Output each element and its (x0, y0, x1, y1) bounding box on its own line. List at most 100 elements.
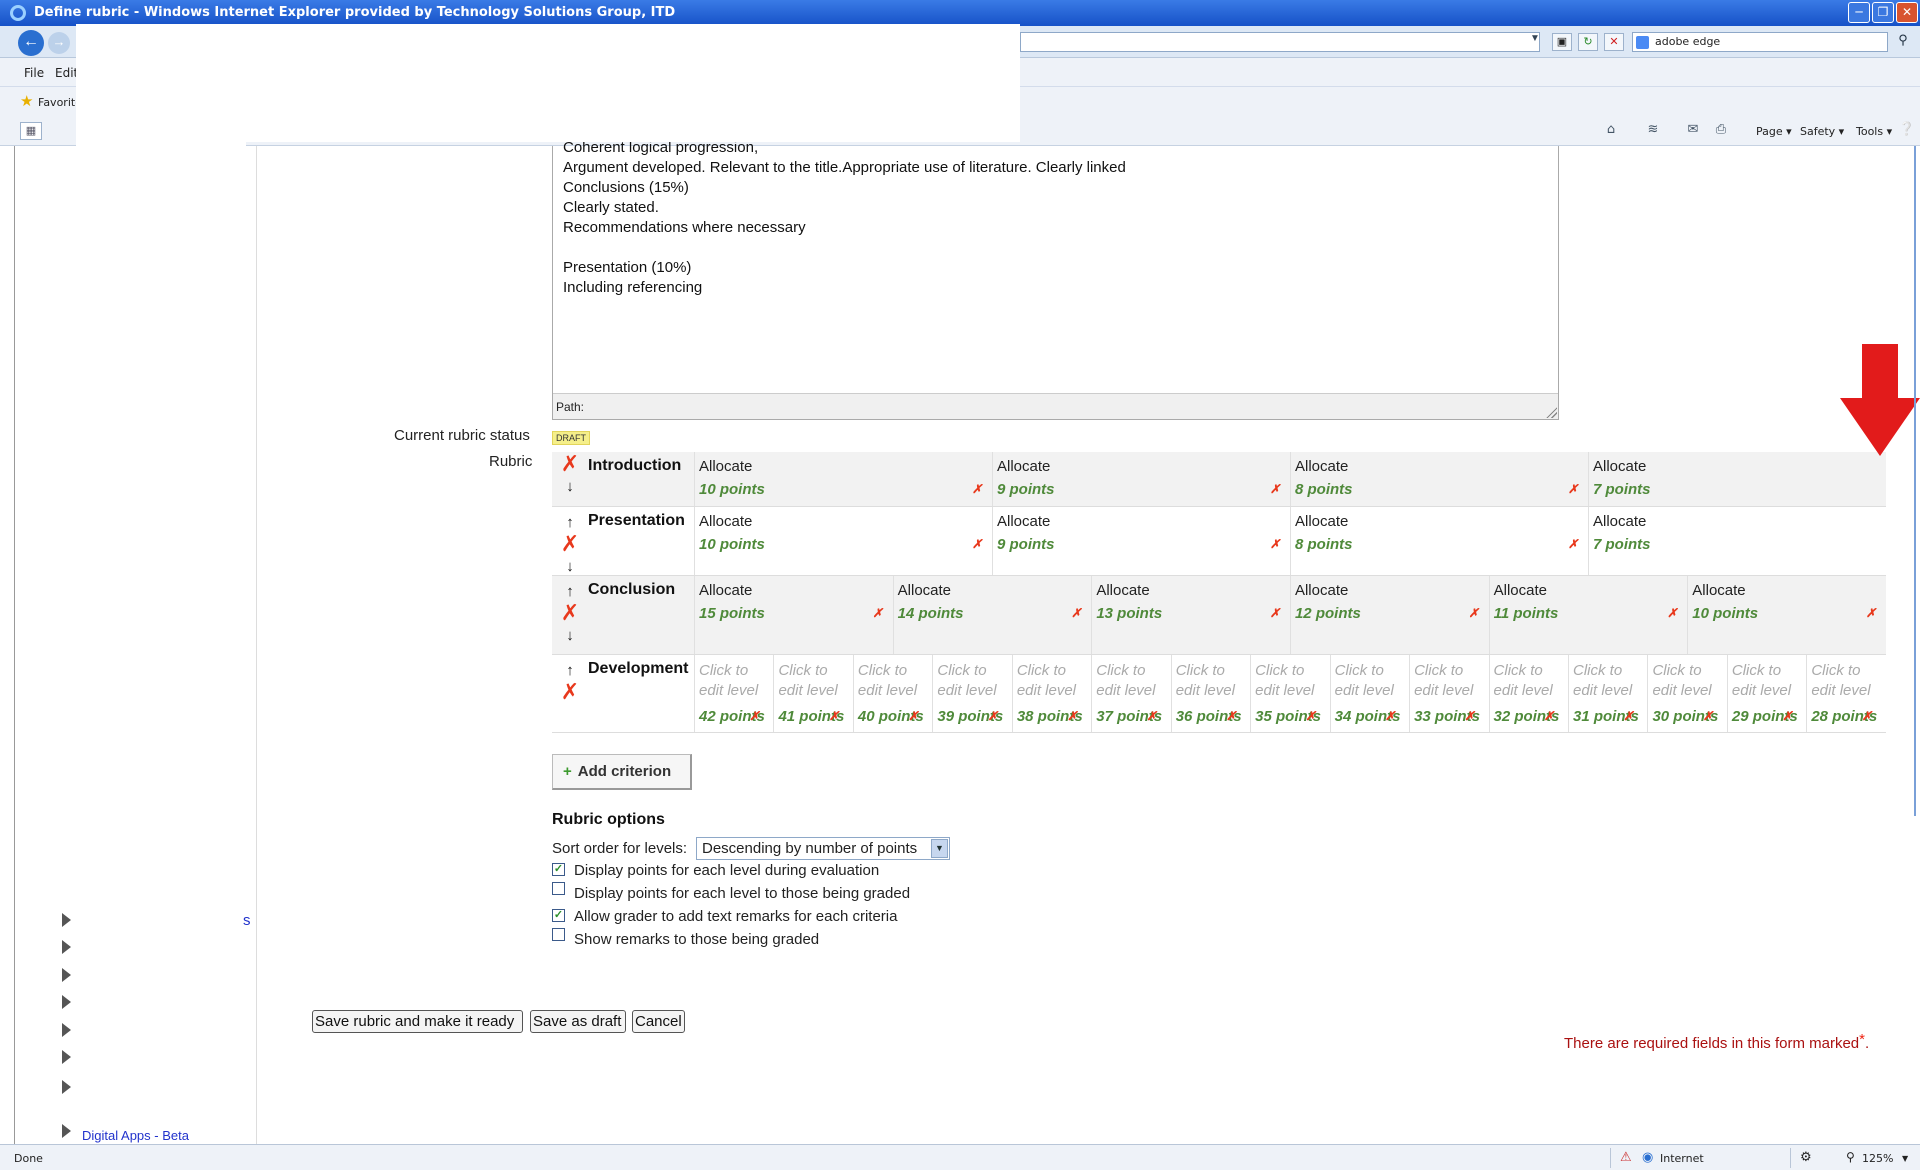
level-definition[interactable]: Click to edit level (1017, 661, 1091, 701)
stop-icon[interactable]: ✕ (1604, 33, 1624, 51)
print-icon[interactable]: ⎙ (1712, 122, 1730, 138)
sidebar-expand-icon[interactable] (62, 1050, 71, 1064)
level-definition[interactable]: Allocate (1593, 513, 1646, 530)
checkbox-checked[interactable]: ✓ (552, 909, 565, 922)
back-icon[interactable]: ← (18, 30, 44, 56)
level-points[interactable]: 8 points (1295, 481, 1353, 498)
level-definition[interactable]: Allocate (1692, 582, 1745, 599)
checkbox-unchecked[interactable] (552, 882, 565, 895)
level-definition[interactable]: Click to edit level (1811, 661, 1885, 701)
level-cell[interactable]: Allocate 10 points ✗ (1687, 576, 1886, 654)
level-definition[interactable]: Click to edit level (1414, 661, 1488, 701)
level-definition[interactable]: Click to edit level (1652, 661, 1726, 701)
option-checkbox-row[interactable]: ✓ Display points for each level during ev… (552, 862, 879, 880)
level-definition[interactable]: Click to edit level (778, 661, 852, 701)
level-definition[interactable]: Allocate (1494, 582, 1547, 599)
level-cell[interactable]: Click to edit level 35 points ✗ (1250, 655, 1330, 732)
delete-criterion-icon[interactable]: ✗ (560, 682, 580, 704)
delete-criterion-icon[interactable]: ✗ (560, 534, 580, 556)
level-cell[interactable]: Click to edit level 31 points ✗ (1567, 655, 1648, 732)
level-points[interactable]: 15 points (699, 605, 765, 622)
level-cell[interactable]: Click to edit level 34 points ✗ (1329, 655, 1410, 732)
menu-edit[interactable]: Edit (55, 66, 78, 80)
level-cell[interactable]: Allocate 14 points ✗ (892, 576, 1092, 654)
help-icon[interactable]: ❔ (1898, 122, 1916, 138)
delete-criterion-icon[interactable]: ✗ (560, 454, 580, 476)
delete-level-icon[interactable]: ✗ (1067, 709, 1077, 723)
delete-level-icon[interactable]: ✗ (972, 537, 982, 551)
delete-criterion-icon[interactable]: ✗ (560, 603, 580, 625)
sidebar-expand-icon[interactable] (62, 1023, 71, 1037)
level-cell[interactable]: Allocate 12 points ✗ (1289, 576, 1489, 654)
option-checkbox-row[interactable]: Display points for each level to those b… (552, 882, 910, 902)
refresh-icon[interactable]: ↻ (1578, 33, 1598, 51)
delete-level-icon[interactable]: ✗ (1703, 709, 1713, 723)
level-definition[interactable]: Allocate (699, 582, 752, 599)
mail-icon[interactable]: ✉ (1684, 122, 1702, 138)
level-cell[interactable]: Allocate 7 points (1588, 452, 1886, 506)
level-cell[interactable]: Allocate 11 points ✗ (1488, 576, 1688, 654)
delete-level-icon[interactable]: ✗ (1782, 709, 1792, 723)
delete-level-icon[interactable]: ✗ (1306, 709, 1316, 723)
level-cell[interactable]: Click to edit level 29 points ✗ (1726, 655, 1807, 732)
resize-handle-icon[interactable] (1545, 406, 1557, 418)
criterion-name[interactable]: Development (588, 660, 688, 678)
level-points[interactable]: 13 points (1096, 605, 1162, 622)
level-definition[interactable]: Click to edit level (1573, 661, 1647, 701)
level-definition[interactable]: Allocate (1593, 458, 1646, 475)
description-editor[interactable]: Coherent logical progression, Argument de… (552, 139, 1559, 420)
sidebar-expand-icon[interactable] (62, 940, 71, 954)
search-input[interactable]: adobe edge (1632, 32, 1888, 52)
level-definition[interactable]: Allocate (997, 513, 1050, 530)
delete-level-icon[interactable]: ✗ (749, 709, 759, 723)
level-cell[interactable]: Click to edit level 37 points ✗ (1091, 655, 1171, 732)
sort-order-select[interactable]: Descending by number of points ▼ (696, 837, 950, 860)
level-cell[interactable]: Allocate 7 points (1588, 507, 1886, 575)
delete-level-icon[interactable]: ✗ (1464, 709, 1474, 723)
level-definition[interactable]: Allocate (699, 513, 752, 530)
level-cell[interactable]: Click to edit level 36 points ✗ (1170, 655, 1251, 732)
level-definition[interactable]: Click to edit level (937, 661, 1011, 701)
sidebar-expand-icon[interactable] (62, 995, 71, 1009)
tools-menu[interactable]: Tools ▾ (1856, 125, 1892, 138)
delete-level-icon[interactable]: ✗ (1469, 606, 1479, 620)
safety-menu[interactable]: Safety ▾ (1800, 125, 1844, 138)
editor-content[interactable]: Coherent logical progression, Argument de… (563, 138, 1126, 298)
delete-level-icon[interactable]: ✗ (1270, 482, 1280, 496)
quick-tabs-icon[interactable]: ▦ (20, 122, 42, 140)
add-criterion-button[interactable]: + Add criterion (552, 754, 692, 790)
level-cell[interactable]: Allocate 10 points ✗ (694, 507, 992, 575)
level-cell[interactable]: Click to edit level 40 points ✗ (852, 655, 933, 732)
delete-level-icon[interactable]: ✗ (1667, 606, 1677, 620)
sidebar-link-digital-apps[interactable]: Digital Apps - Beta (82, 1128, 189, 1143)
zoom-dropdown-icon[interactable]: ▼ (1902, 1154, 1908, 1163)
level-points[interactable]: 9 points (997, 536, 1055, 553)
feeds-icon[interactable]: ≋ (1644, 122, 1662, 138)
level-cell[interactable]: Click to edit level 39 points ✗ (932, 655, 1012, 732)
level-cell[interactable]: Allocate 13 points ✗ (1091, 576, 1290, 654)
page-menu[interactable]: Page ▾ (1756, 125, 1792, 138)
level-definition[interactable]: Click to edit level (1732, 661, 1806, 701)
delete-level-icon[interactable]: ✗ (908, 709, 918, 723)
delete-level-icon[interactable]: ✗ (1071, 606, 1081, 620)
sidebar-expand-icon[interactable] (62, 968, 71, 982)
criterion-name[interactable]: Presentation (588, 512, 685, 530)
level-cell[interactable]: Allocate 8 points ✗ (1290, 507, 1588, 575)
save-draft-button[interactable]: Save as draft (530, 1010, 626, 1033)
level-definition[interactable]: Click to edit level (1335, 661, 1409, 701)
delete-level-icon[interactable]: ✗ (829, 709, 839, 723)
delete-level-icon[interactable]: ✗ (988, 709, 998, 723)
delete-level-icon[interactable]: ✗ (1270, 537, 1280, 551)
delete-level-icon[interactable]: ✗ (1270, 606, 1280, 620)
move-down-icon[interactable]: ↓ (560, 476, 580, 498)
level-points[interactable]: 10 points (699, 481, 765, 498)
delete-level-icon[interactable]: ✗ (873, 606, 883, 620)
option-checkbox-row[interactable]: Show remarks to those being graded (552, 928, 819, 948)
delete-level-icon[interactable]: ✗ (972, 482, 982, 496)
move-up-icon[interactable]: ↑ (560, 512, 580, 534)
delete-level-icon[interactable]: ✗ (1623, 709, 1633, 723)
sidebar-expand-icon[interactable] (62, 1080, 71, 1094)
compatibility-icon[interactable]: ▣ (1552, 33, 1572, 51)
level-cell[interactable]: Click to edit level 28 points ✗ (1806, 655, 1886, 732)
level-cell[interactable]: Allocate 15 points ✗ (694, 576, 893, 654)
